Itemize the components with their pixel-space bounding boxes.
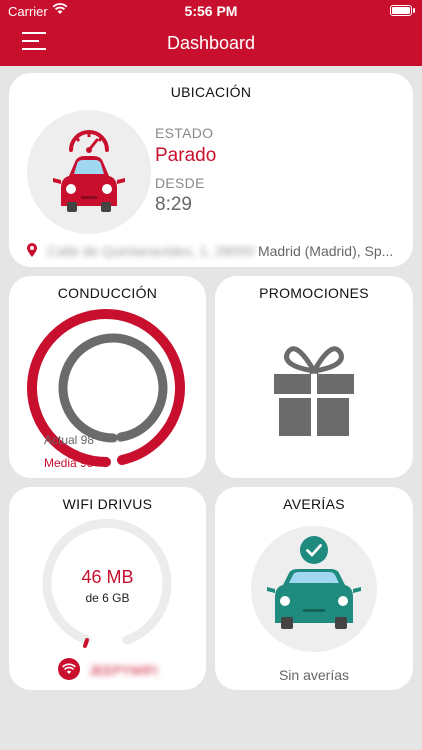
faults-status: Sin averías [278, 667, 350, 683]
car-status-circle [27, 110, 151, 234]
address-row[interactable]: Calle de Quintanavides, 1, 28050 Madrid … [27, 243, 399, 263]
wifi-usage-arc [83, 638, 89, 648]
car-icon [53, 156, 125, 212]
wifi-usage-total: de 6 GB [85, 591, 130, 605]
wifi-card[interactable]: WIFI DRIVUS 46 MB de 6 GB JEEPYWIFI [9, 487, 206, 690]
actual-score-arc [58, 333, 168, 443]
wifi-icon [58, 658, 80, 680]
since-label: DESDE [155, 175, 205, 191]
gift-icon [274, 346, 354, 436]
driving-score-gauge [27, 309, 186, 467]
app-header: Carrier 5:56 PM Dashboard [0, 0, 422, 66]
wifi-network-name: JEEPYWIFI [89, 663, 158, 678]
address-city: Madrid (Madrid), Sp... [257, 243, 394, 259]
location-card-title: UBICACIÓN [170, 84, 252, 100]
average-score-label: Media 95 [44, 456, 94, 470]
wifi-usage-gauge [42, 519, 172, 648]
address-street: Calle de Quintanavides, 1, 28050 [47, 243, 255, 259]
actual-score-label: Actual 98 [44, 433, 95, 447]
since-value: 8:29 [155, 194, 192, 215]
promotions-card[interactable]: PROMOCIONES [215, 276, 413, 478]
faults-card[interactable]: AVERÍAS Sin averías [215, 487, 413, 690]
status-bar: Carrier 5:56 PM [0, 0, 422, 22]
location-pin-icon [27, 243, 37, 257]
page-title: Dashboard [166, 33, 256, 53]
wifi-usage-value: 46 MB [81, 567, 134, 587]
status-value: Parado [155, 145, 217, 166]
status-label: ESTADO [155, 125, 214, 141]
car-icon [267, 569, 361, 629]
clock: 5:56 PM [184, 3, 238, 19]
location-card[interactable]: UBICACIÓN ESTADO Parado DESDE 8:29 Calle… [9, 73, 413, 267]
battery-icon [390, 5, 415, 16]
driving-card[interactable]: CONDUCCIÓN Actual 98 Media 95 [9, 276, 206, 478]
